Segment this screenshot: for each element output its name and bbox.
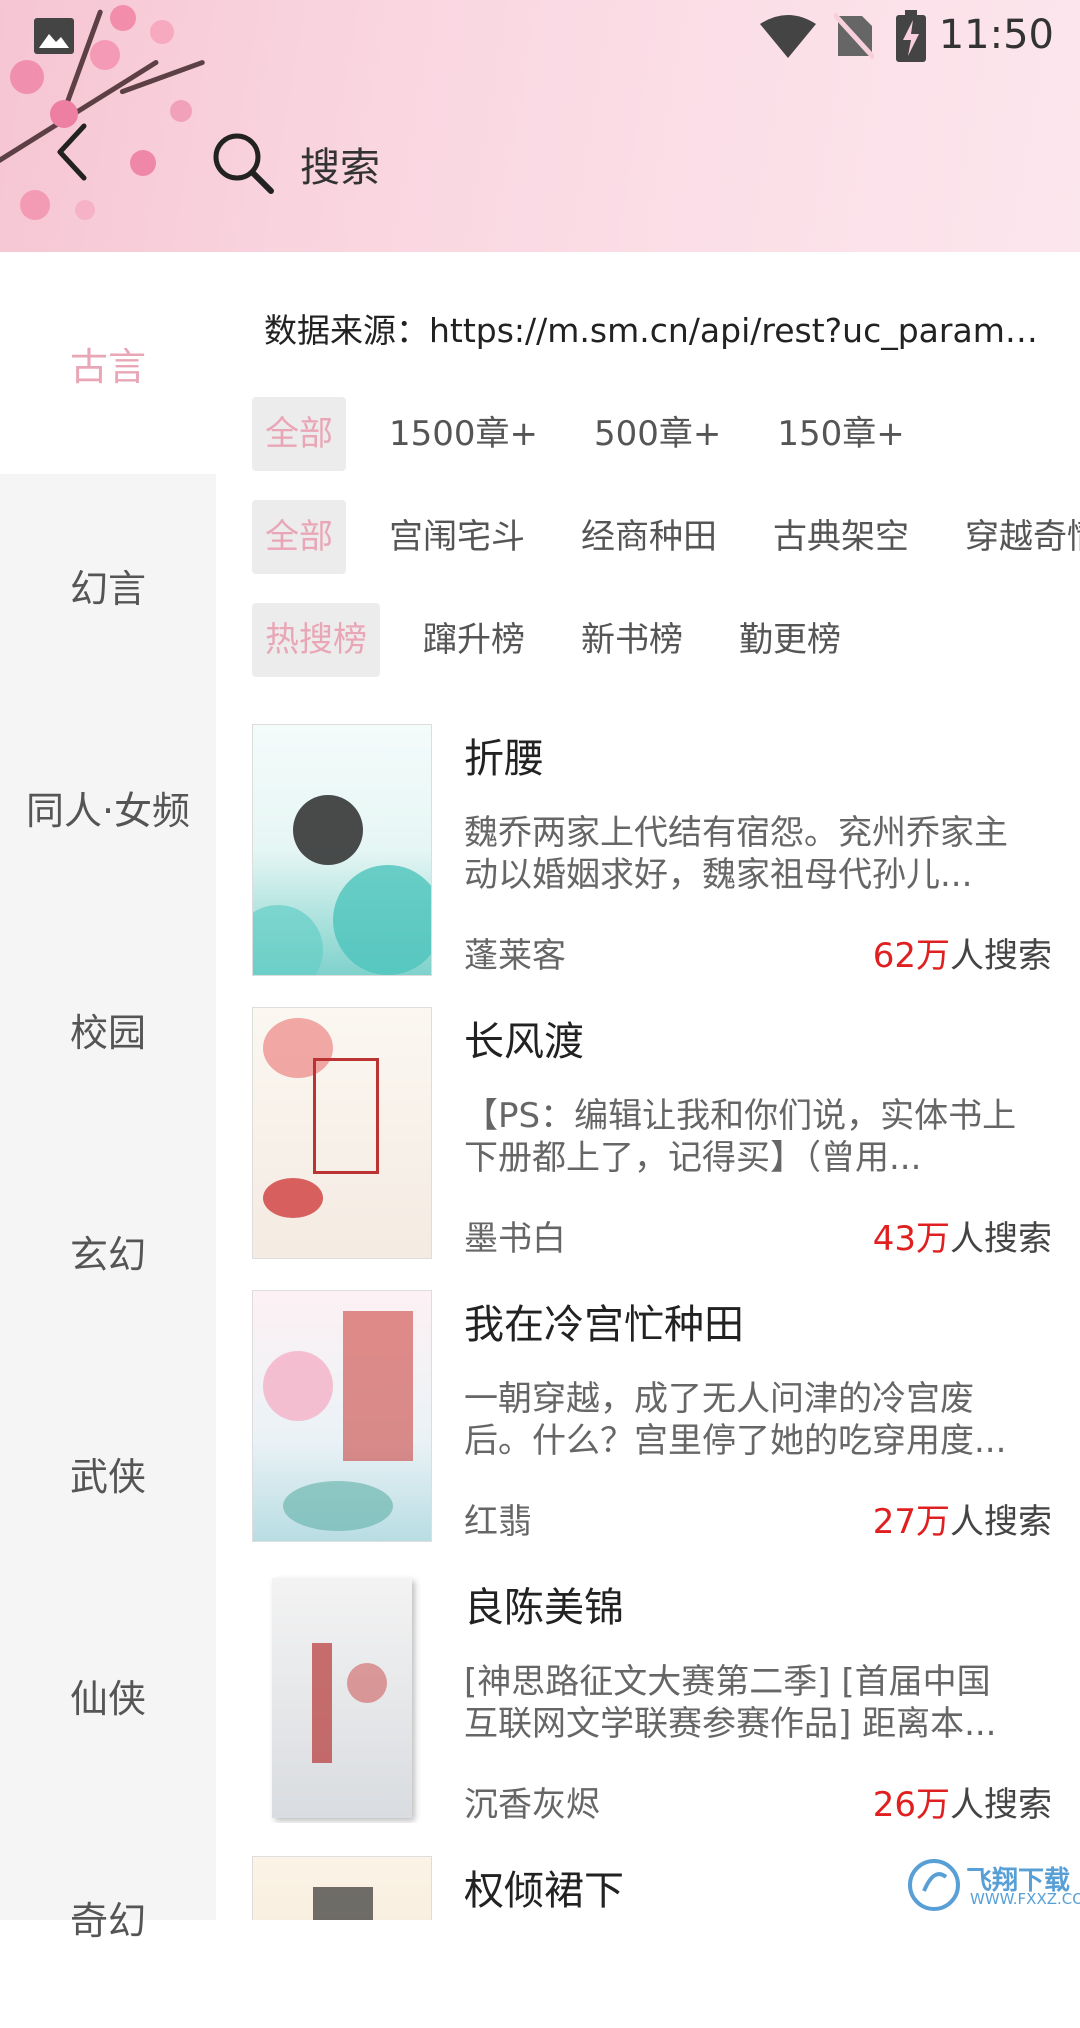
filter-length-all[interactable]: 全部 xyxy=(252,397,346,471)
sidebar-item-xuanhuan[interactable]: 玄幻 xyxy=(0,1140,216,1362)
filter-rank-hot[interactable]: 热搜榜 xyxy=(252,603,380,677)
filter-category-jingshang[interactable]: 经商种田 xyxy=(568,500,730,574)
book-author: 红翡 xyxy=(464,1502,532,1542)
book-cover xyxy=(252,1007,432,1259)
book-cover xyxy=(252,1573,430,1823)
filter-length-1500[interactable]: 1500章+ xyxy=(376,397,551,471)
chevron-left-icon xyxy=(57,123,87,181)
book-title: 我在冷宫忙种田 xyxy=(464,1302,744,1348)
no-sim-icon xyxy=(834,12,874,60)
watermark: 飞翔下载 WWW.FXXZ.COM xyxy=(904,1856,1080,1914)
length-filter-row: 全部 1500章+ 500章+ 150章+ xyxy=(252,397,948,471)
sidebar-item-huanyan[interactable]: 幻言 xyxy=(0,474,216,696)
book-description: 魏乔两家上代结有宿怨。兖州乔家主动以婚姻求好，魏家祖母代孙儿... xyxy=(464,813,1008,895)
ranking-filter-row: 热搜榜 蹿升榜 新书榜 勤更榜 xyxy=(252,603,884,677)
filter-category-gudian[interactable]: 古典架空 xyxy=(760,500,922,574)
book-title: 折腰 xyxy=(464,736,544,782)
search-icon xyxy=(213,133,274,194)
search-placeholder: 搜索 xyxy=(300,145,380,191)
book-item[interactable]: 长风渡 【PS：编辑让我和你们说，实体书上下册都上了，记得买】（曾用... 墨书… xyxy=(252,1007,1080,1259)
search-count-suffix: 人搜索 xyxy=(950,1502,1052,1542)
book-author: 蓬莱客 xyxy=(464,936,566,976)
back-button[interactable] xyxy=(52,122,112,202)
category-sidebar: 古言 幻言 同人·女频 校园 玄幻 武侠 仙侠 奇幻 xyxy=(0,252,216,1943)
search-input[interactable]: 搜索 xyxy=(205,115,1025,210)
image-notification-icon xyxy=(34,18,74,54)
search-count-number: 27万 xyxy=(872,1502,950,1542)
filter-length-150[interactable]: 150章+ xyxy=(764,397,917,471)
search-count: 27万人搜索 xyxy=(873,1494,1052,1543)
search-count: 26万人搜索 xyxy=(873,1777,1052,1826)
filter-rank-update[interactable]: 勤更榜 xyxy=(726,603,854,677)
book-title: 长风渡 xyxy=(464,1019,584,1065)
status-time: 11:50 xyxy=(938,12,1054,58)
sidebar-item-guyan[interactable]: 古言 xyxy=(0,252,216,474)
book-description: 一朝穿越，成了无人问津的冷宫废后。什么？宫里停了她的吃穿用度... xyxy=(464,1379,1007,1461)
book-cover xyxy=(252,724,432,976)
book-cover xyxy=(252,1856,432,1920)
filter-category-gongwei[interactable]: 宫闱宅斗 xyxy=(376,500,538,574)
sidebar-item-xianxia[interactable]: 仙侠 xyxy=(0,1584,216,1806)
search-count-suffix: 人搜索 xyxy=(950,1785,1052,1825)
search-count-suffix: 人搜索 xyxy=(950,1219,1052,1259)
sidebar-item-qihuan[interactable]: 奇幻 xyxy=(0,1806,216,2028)
filter-rank-new[interactable]: 新书榜 xyxy=(568,603,696,677)
battery-charging-icon xyxy=(896,10,926,62)
search-count-number: 26万 xyxy=(872,1785,950,1825)
app-header: 11:50 搜索 xyxy=(0,0,1080,252)
data-source-text: 数据来源：https://m.sm.cn/api/rest?uc_param_s… xyxy=(264,311,1054,350)
search-count: 62万人搜索 xyxy=(873,928,1052,977)
filter-category-all[interactable]: 全部 xyxy=(252,500,346,574)
status-bar: 11:50 xyxy=(0,0,1080,75)
sidebar-item-tongren[interactable]: 同人·女频 xyxy=(0,696,216,918)
filter-rank-rising[interactable]: 蹿升榜 xyxy=(410,603,538,677)
watermark-url: WWW.FXXZ.COM xyxy=(970,1890,1080,1908)
watermark-logo-icon xyxy=(908,1859,960,1911)
sidebar-item-wuxia[interactable]: 武侠 xyxy=(0,1362,216,1584)
book-author: 沉香灰烬 xyxy=(464,1785,600,1825)
filter-length-500[interactable]: 500章+ xyxy=(581,397,734,471)
book-item[interactable]: 折腰 魏乔两家上代结有宿怨。兖州乔家主动以婚姻求好，魏家祖母代孙儿... 蓬莱客… xyxy=(252,724,1080,976)
sidebar-item-xiaoyuan[interactable]: 校园 xyxy=(0,918,216,1140)
search-count-suffix: 人搜索 xyxy=(950,936,1052,976)
search-count-number: 62万 xyxy=(872,936,950,976)
book-item[interactable]: 良陈美锦 [神思路征文大赛第二季] [首届中国互联网文学联赛参赛作品] 距离本.… xyxy=(252,1573,1080,1825)
book-description: 【PS：编辑让我和你们说，实体书上下册都上了，记得买】（曾用... xyxy=(464,1096,1017,1178)
category-filter-row: 全部 宫闱宅斗 经商种田 古典架空 穿越奇情 xyxy=(252,500,1080,574)
book-description: [神思路征文大赛第二季] [首届中国互联网文学联赛参赛作品] 距离本... xyxy=(464,1662,997,1744)
book-item[interactable]: 我在冷宫忙种田 一朝穿越，成了无人问津的冷宫废后。什么？宫里停了她的吃穿用度..… xyxy=(252,1290,1080,1542)
book-cover xyxy=(252,1290,432,1542)
search-count: 43万人搜索 xyxy=(873,1211,1052,1260)
search-count-number: 43万 xyxy=(872,1219,950,1259)
wifi-icon xyxy=(760,15,816,58)
book-title: 良陈美锦 xyxy=(464,1585,624,1631)
book-title: 权倾裙下 xyxy=(464,1868,624,1914)
book-author: 墨书白 xyxy=(464,1219,566,1259)
filter-category-chuanyue[interactable]: 穿越奇情 xyxy=(952,500,1080,574)
book-list-panel: 数据来源：https://m.sm.cn/api/rest?uc_param_s… xyxy=(216,252,1080,1920)
